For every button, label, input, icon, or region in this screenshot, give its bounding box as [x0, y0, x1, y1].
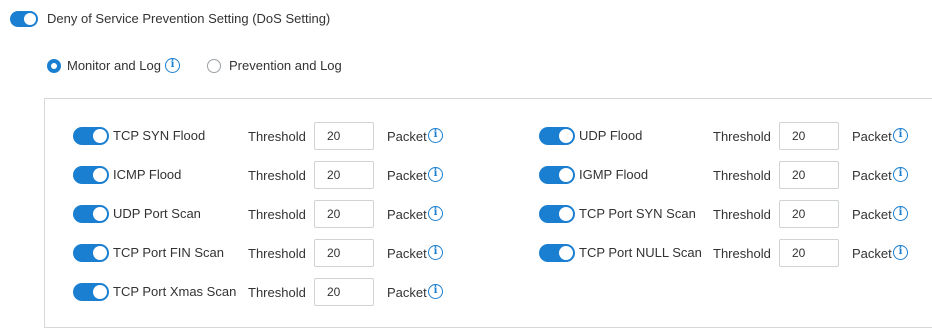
- udp-port-scan-toggle[interactable]: [73, 205, 109, 223]
- udp-port-scan-threshold-input[interactable]: [314, 200, 374, 228]
- packet-unit-label: Packet: [387, 285, 427, 300]
- monitor-and-log-info-icon[interactable]: i: [165, 58, 180, 73]
- packet-unit-label: Packet: [387, 246, 427, 261]
- igmp-flood-info-icon[interactable]: i: [893, 167, 908, 182]
- threshold-label: Threshold: [248, 129, 306, 144]
- tcp-port-xmas-scan-info-icon[interactable]: i: [428, 284, 443, 299]
- packet-unit-label: Packet: [387, 168, 427, 183]
- tcp-port-null-scan-toggle[interactable]: [539, 244, 575, 262]
- tcp-port-syn-scan-threshold-input[interactable]: [779, 200, 839, 228]
- tcp-port-syn-scan-toggle[interactable]: [539, 205, 575, 223]
- tcp-syn-flood-threshold-input[interactable]: [314, 122, 374, 150]
- tcp-port-syn-scan-info-icon[interactable]: i: [893, 206, 908, 221]
- monitor-and-log-radio[interactable]: [47, 59, 61, 73]
- tcp-port-null-scan-info-icon[interactable]: i: [893, 245, 908, 260]
- tcp-port-fin-scan-toggle[interactable]: [73, 244, 109, 262]
- dos-setting-toggle[interactable]: [10, 11, 38, 27]
- igmp-flood-label: IGMP Flood: [579, 167, 649, 182]
- packet-unit-label: Packet: [387, 129, 427, 144]
- threshold-label: Threshold: [248, 168, 306, 183]
- tcp-port-xmas-scan-label: TCP Port Xmas Scan: [113, 284, 237, 299]
- udp-port-scan-info-icon[interactable]: i: [428, 206, 443, 221]
- packet-unit-label: Packet: [852, 129, 892, 144]
- udp-flood-label: UDP Flood: [579, 128, 643, 143]
- dos-setting-title: Deny of Service Prevention Setting (DoS …: [47, 11, 331, 26]
- tcp-port-syn-scan-label: TCP Port SYN Scan: [579, 206, 696, 221]
- threshold-label: Threshold: [248, 246, 306, 261]
- igmp-flood-toggle[interactable]: [539, 166, 575, 184]
- prevention-and-log-radio[interactable]: [207, 59, 221, 73]
- igmp-flood-threshold-input[interactable]: [779, 161, 839, 189]
- threshold-label: Threshold: [713, 246, 771, 261]
- threshold-label: Threshold: [713, 168, 771, 183]
- icmp-flood-label: ICMP Flood: [113, 167, 182, 182]
- tcp-syn-flood-toggle[interactable]: [73, 127, 109, 145]
- udp-port-scan-label: UDP Port Scan: [113, 206, 201, 221]
- threshold-label: Threshold: [248, 207, 306, 222]
- monitor-and-log-label[interactable]: Monitor and Log: [67, 58, 161, 74]
- prevention-and-log-label[interactable]: Prevention and Log: [229, 58, 342, 74]
- threshold-label: Threshold: [713, 129, 771, 144]
- udp-flood-info-icon[interactable]: i: [893, 128, 908, 143]
- tcp-port-null-scan-label: TCP Port NULL Scan: [579, 245, 702, 260]
- packet-unit-label: Packet: [852, 246, 892, 261]
- icmp-flood-toggle[interactable]: [73, 166, 109, 184]
- tcp-port-null-scan-threshold-input[interactable]: [779, 239, 839, 267]
- udp-flood-toggle[interactable]: [539, 127, 575, 145]
- tcp-port-xmas-scan-threshold-input[interactable]: [314, 278, 374, 306]
- tcp-port-fin-scan-threshold-input[interactable]: [314, 239, 374, 267]
- threshold-label: Threshold: [713, 207, 771, 222]
- tcp-port-fin-scan-info-icon[interactable]: i: [428, 245, 443, 260]
- packet-unit-label: Packet: [852, 207, 892, 222]
- packet-unit-label: Packet: [387, 207, 427, 222]
- tcp-port-xmas-scan-toggle[interactable]: [73, 283, 109, 301]
- tcp-syn-flood-label: TCP SYN Flood: [113, 128, 206, 143]
- threshold-label: Threshold: [248, 285, 306, 300]
- tcp-syn-flood-info-icon[interactable]: i: [428, 128, 443, 143]
- udp-flood-threshold-input[interactable]: [779, 122, 839, 150]
- tcp-port-fin-scan-label: TCP Port FIN Scan: [113, 245, 225, 260]
- icmp-flood-threshold-input[interactable]: [314, 161, 374, 189]
- packet-unit-label: Packet: [852, 168, 892, 183]
- icmp-flood-info-icon[interactable]: i: [428, 167, 443, 182]
